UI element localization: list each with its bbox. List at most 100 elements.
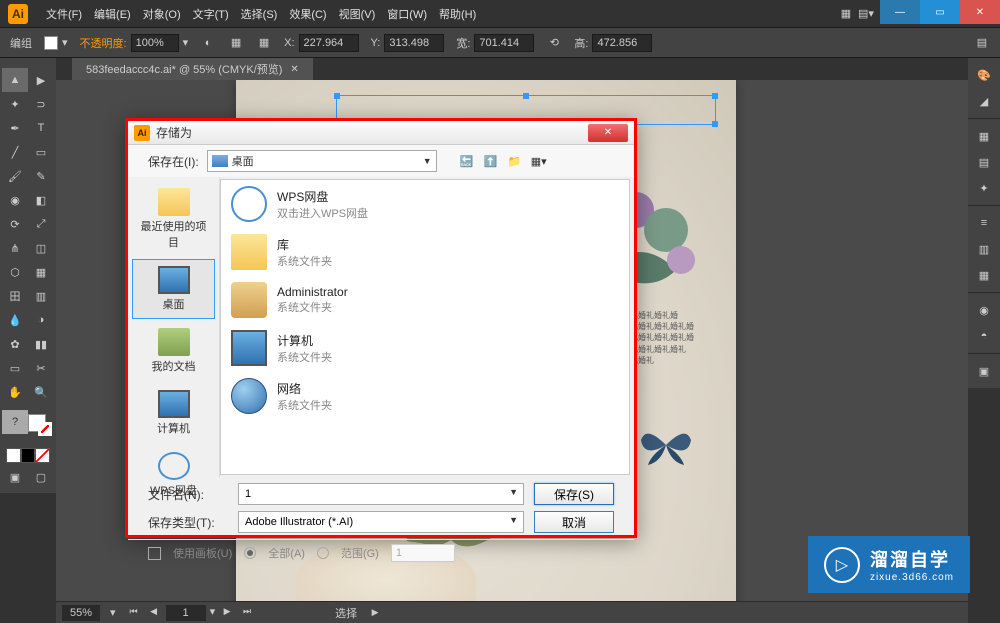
artboard-last-button[interactable]: ⏭ [239,605,255,619]
panel-symbols-icon[interactable]: ✦ [968,175,1000,201]
height-input[interactable] [592,34,652,52]
artboard-next-button[interactable]: ▶ [219,605,235,619]
zoom-level[interactable]: 55% [62,605,100,621]
panel-swatches-icon[interactable]: ▦ [968,123,1000,149]
file-item-network[interactable]: 网络系统文件夹 [221,372,629,420]
sidebar-item-computer[interactable]: 计算机 [132,383,215,443]
free-transform-tool[interactable]: ◫ [28,236,54,260]
nav-back-icon[interactable]: 🔙 [457,151,477,171]
panel-stroke-icon[interactable]: ≡ [968,210,1000,236]
artboard-number[interactable]: 1 [166,605,206,621]
opacity-input[interactable] [131,34,179,52]
file-item-library[interactable]: 库系统文件夹 [221,228,629,276]
status-flyout-icon[interactable]: ▶ [367,606,383,620]
view-mode-icon[interactable]: ▦▾ [529,151,549,171]
hand-tool[interactable]: ✋ [2,380,28,404]
document-tab[interactable]: 583feedaccc4c.ai* @ 55% (CMYK/预览) ✕ [72,58,313,80]
panel-layers-icon[interactable]: ▣ [968,358,1000,384]
new-folder-icon[interactable]: 📁 [505,151,525,171]
artboard-prev-button[interactable]: ◀ [146,605,162,619]
document-tab-close-icon[interactable]: ✕ [290,64,298,75]
filetype-combo[interactable] [238,511,524,533]
fill-none-indicator[interactable]: ? [2,410,28,434]
symbol-sprayer-tool[interactable]: ✿ [2,332,28,356]
scale-tool[interactable]: ⤢ [28,212,54,236]
window-minimize-button[interactable]: — [880,0,920,24]
bridge-icon[interactable]: ▦ [836,6,856,22]
width-tool[interactable]: ⋔ [2,236,28,260]
width-input[interactable] [474,34,534,52]
selection-tool[interactable]: ▲ [2,68,28,92]
shape-builder-tool[interactable]: ⬡ [2,260,28,284]
sidebar-item-desktop[interactable]: 桌面 [132,259,215,319]
arrange-docs-icon[interactable]: ▤▾ [856,6,876,22]
nav-up-icon[interactable]: ⬆️ [481,151,501,171]
transform-anchor-icon[interactable]: ▦ [256,35,272,51]
use-artboard-checkbox[interactable] [148,547,161,560]
sidebar-item-mydocs[interactable]: 我的文档 [132,321,215,381]
eraser-tool[interactable]: ◧ [28,188,54,212]
artboard-first-button[interactable]: ⏮ [126,605,142,619]
screen-mode-normal[interactable]: ▣ [2,465,28,489]
zoom-tool[interactable]: 🔍 [28,380,54,404]
paintbrush-tool[interactable]: 🖌 [2,164,28,188]
panel-appearance-icon[interactable]: ◉ [968,297,1000,323]
dialog-titlebar[interactable]: Ai 存储为 ✕ [128,121,634,145]
panel-graphic-styles-icon[interactable]: ◓ [968,323,1000,349]
opacity-dropdown-icon[interactable]: ▾ [183,36,189,49]
zoom-dropdown-icon[interactable]: ▾ [110,606,116,619]
mesh-tool[interactable]: 田 [2,284,28,308]
screen-mode-full[interactable]: ▢ [28,465,54,489]
panel-brushes-icon[interactable]: ▤ [968,149,1000,175]
swatch-black[interactable] [21,448,36,463]
control-bar-menu-icon[interactable]: ▤ [974,35,990,51]
gradient-tool[interactable]: ▥ [28,284,54,308]
align-icon[interactable]: ▦ [228,35,244,51]
window-maximize-button[interactable]: ▭ [920,0,960,24]
panel-color-icon[interactable]: 🎨 [968,62,1000,88]
sidebar-item-recent[interactable]: 最近使用的项目 [132,181,215,257]
filename-dropdown-icon[interactable]: ▼ [509,487,518,497]
dialog-close-button[interactable]: ✕ [588,124,628,142]
artboard-tool[interactable]: ▭ [2,356,28,380]
x-input[interactable] [299,34,359,52]
recolor-icon[interactable]: ◐ [200,35,216,51]
menu-window[interactable]: 窗口(W) [381,6,433,22]
type-tool[interactable]: T [28,116,54,140]
eyedropper-tool[interactable]: 💧 [2,308,28,332]
swatch-none[interactable] [35,448,50,463]
slice-tool[interactable]: ✂ [28,356,54,380]
file-item-computer[interactable]: 计算机系统文件夹 [221,324,629,372]
lasso-tool[interactable]: ⊃ [28,92,54,116]
save-button[interactable]: 保存(S) [534,483,614,505]
perspective-tool[interactable]: ▦ [28,260,54,284]
magic-wand-tool[interactable]: ✦ [2,92,28,116]
menu-help[interactable]: 帮助(H) [433,6,482,22]
artboard-dropdown-icon[interactable]: ▾ [210,605,216,621]
menu-type[interactable]: 文字(T) [187,6,235,22]
y-input[interactable] [384,34,444,52]
window-close-button[interactable]: ✕ [960,0,1000,24]
filename-input[interactable] [238,483,524,505]
graph-tool[interactable]: ▮▮ [28,332,54,356]
menu-object[interactable]: 对象(O) [137,6,187,22]
rectangle-tool[interactable]: ▭ [28,140,54,164]
pen-tool[interactable]: ✒ [2,116,28,140]
direct-selection-tool[interactable]: ▶ [28,68,54,92]
blob-brush-tool[interactable]: ◉ [2,188,28,212]
menu-effect[interactable]: 效果(C) [283,6,332,22]
menu-select[interactable]: 选择(S) [235,6,284,22]
panel-transparency-icon[interactable]: ▦ [968,262,1000,288]
menu-edit[interactable]: 编辑(E) [88,6,137,22]
stroke-swatch[interactable]: ▾ [44,36,68,50]
filetype-dropdown-icon[interactable]: ▼ [509,515,518,525]
line-tool[interactable]: ╱ [2,140,28,164]
file-item-wps[interactable]: WPS网盘双击进入WPS网盘 [221,180,629,228]
menu-file[interactable]: 文件(F) [40,6,88,22]
rotate-tool[interactable]: ⟳ [2,212,28,236]
fill-stroke-swatches[interactable] [28,414,54,438]
file-item-administrator[interactable]: Administrator系统文件夹 [221,276,629,324]
save-in-combo[interactable]: 桌面 ▼ [207,150,437,172]
swatch-white[interactable] [6,448,21,463]
menu-view[interactable]: 视图(V) [333,6,382,22]
